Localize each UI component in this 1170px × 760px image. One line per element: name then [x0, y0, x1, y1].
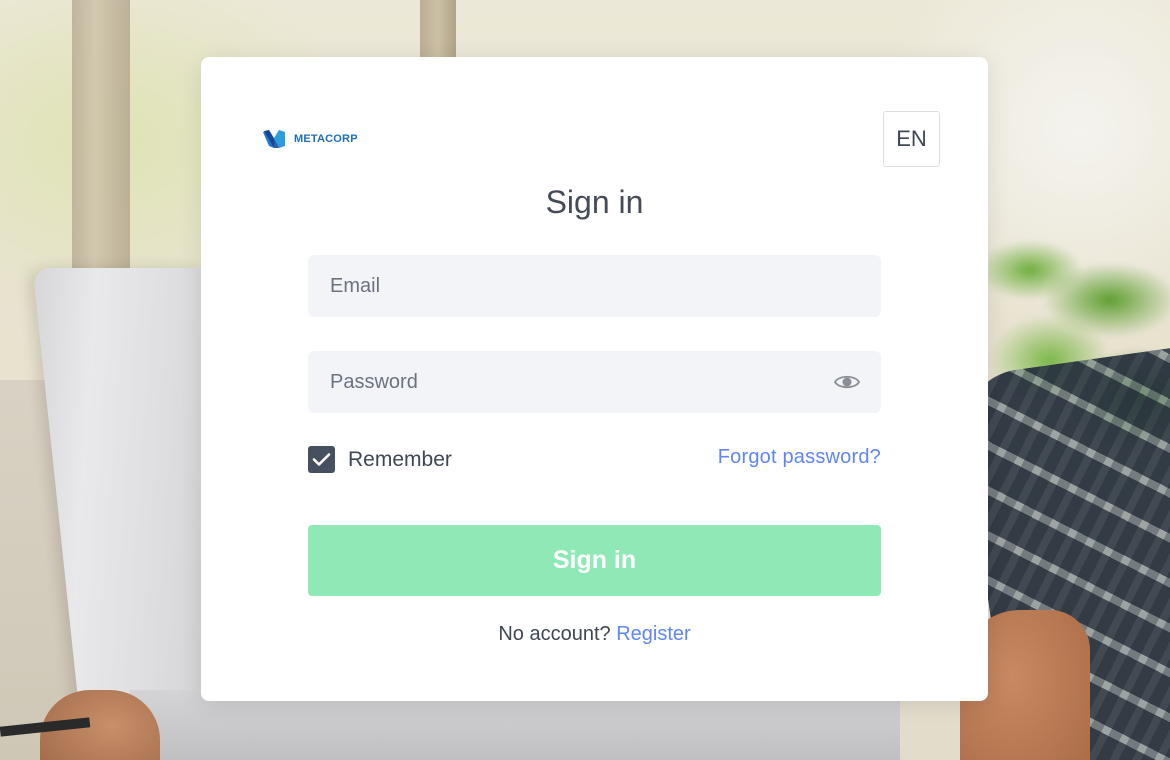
no-account-text: No account?: [498, 623, 617, 645]
password-field-container: [308, 351, 881, 413]
checkmark-icon: [312, 453, 331, 466]
email-field-container: [308, 255, 881, 317]
forgot-password-link[interactable]: Forgot password?: [718, 446, 881, 469]
remember-checkbox[interactable]: [308, 446, 335, 473]
logo-text: METACORP: [294, 133, 358, 145]
company-logo: METACORP: [262, 129, 358, 149]
eye-icon[interactable]: [833, 370, 861, 394]
page-title: Sign in: [545, 184, 644, 220]
password-input[interactable]: [308, 351, 881, 413]
language-selector-button[interactable]: EN: [883, 111, 940, 167]
register-link[interactable]: Register: [616, 623, 690, 645]
sign-in-card: METACORP EN Sign in Remember Forgot pass…: [201, 57, 988, 701]
metacorp-logo-icon: [263, 130, 285, 148]
remember-checkbox-row[interactable]: Remember: [308, 446, 452, 473]
register-prompt: No account? Register: [201, 623, 988, 646]
remember-label: Remember: [348, 447, 452, 471]
sign-in-button[interactable]: Sign in: [308, 525, 881, 596]
email-input[interactable]: [308, 255, 881, 317]
